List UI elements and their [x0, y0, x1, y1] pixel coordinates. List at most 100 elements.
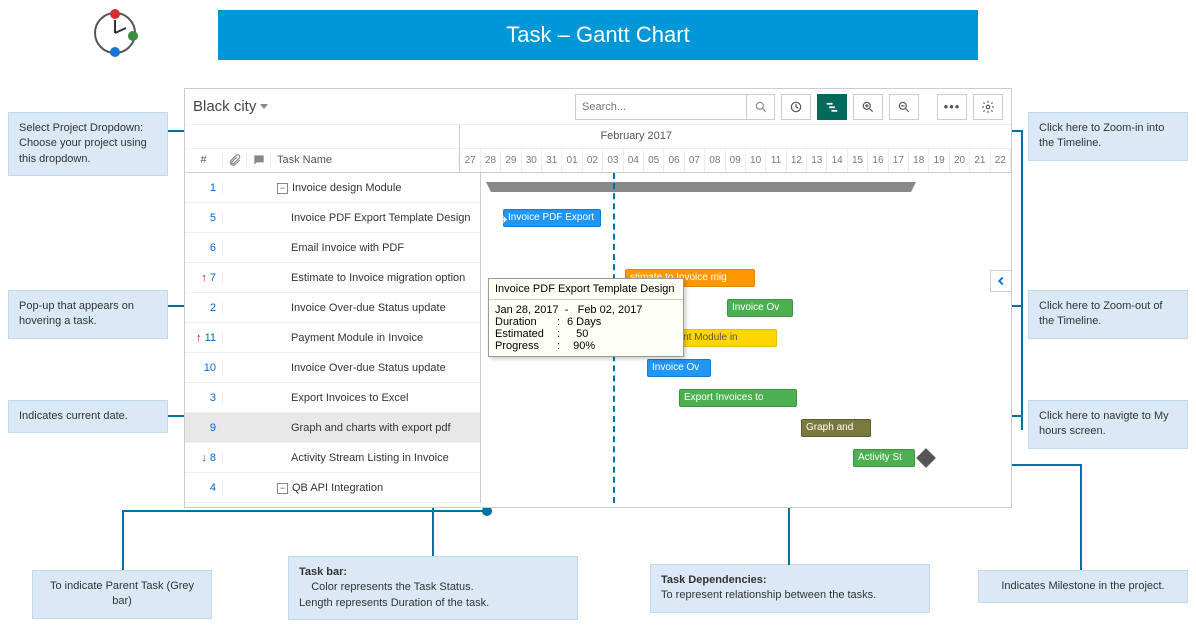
col-task-name: Task Name — [271, 154, 459, 166]
tooltip-duration: 6 Days — [567, 316, 601, 328]
days-row: 2728293031010203040506070809101112131415… — [460, 149, 1011, 172]
day-cell: 02 — [583, 149, 603, 172]
task-row[interactable]: 4−QB API Integration — [185, 473, 480, 503]
day-cell: 27 — [460, 149, 480, 172]
search-input[interactable] — [576, 101, 746, 113]
callout-taskbar-l2: Length represents Duration of the task. — [299, 597, 489, 609]
zoom-out-icon — [897, 100, 911, 114]
day-cell: 10 — [746, 149, 766, 172]
search-button[interactable] — [746, 95, 774, 119]
task-list: 1−Invoice design Module5Invoice PDF Expo… — [185, 173, 481, 503]
task-bar[interactable]: Invoice Ov — [647, 359, 711, 377]
callout-dropdown: Select Project Dropdown: Choose your pro… — [8, 112, 168, 176]
app-logo — [90, 8, 140, 58]
callout-taskbar-title: Task bar: — [299, 566, 347, 578]
callout-parent: To indicate Parent Task (Grey bar) — [32, 570, 212, 619]
comment-icon — [252, 153, 266, 167]
chevron-left-icon — [994, 274, 1008, 288]
day-cell: 11 — [766, 149, 786, 172]
clock-icon — [789, 100, 803, 114]
connector — [1080, 464, 1082, 570]
tooltip-estimated: 50 — [576, 328, 588, 340]
page-title: Task – Gantt Chart — [218, 10, 978, 60]
day-cell: 06 — [664, 149, 684, 172]
month-label: February 2017 — [460, 125, 1011, 149]
callout-milestone: Indicates Milestone in the project. — [978, 570, 1188, 603]
day-cell: 03 — [603, 149, 623, 172]
task-bar[interactable]: Invoice Ov — [727, 299, 793, 317]
task-row[interactable]: ↓ 8Activity Stream Listing in Invoice — [185, 443, 480, 473]
zoom-out-button[interactable] — [889, 94, 919, 120]
search-box — [575, 94, 775, 120]
col-attachment — [223, 153, 247, 167]
callout-dep-title: Task Dependencies: — [661, 574, 767, 586]
gantt-header: # Task Name February 2017 27282930310102… — [185, 125, 1011, 173]
project-name: Black city — [193, 98, 256, 115]
day-cell: 13 — [807, 149, 827, 172]
zoom-in-button[interactable] — [853, 94, 883, 120]
day-cell: 17 — [889, 149, 909, 172]
day-cell: 28 — [481, 149, 501, 172]
day-cell: 18 — [909, 149, 929, 172]
attachment-icon — [228, 153, 242, 167]
milestone-marker[interactable] — [916, 448, 936, 468]
day-cell: 07 — [685, 149, 705, 172]
callout-today: Indicates current date. — [8, 400, 168, 433]
day-cell: 22 — [991, 149, 1011, 172]
more-button[interactable]: ••• — [937, 94, 967, 120]
day-cell: 16 — [868, 149, 888, 172]
scroll-left-button[interactable] — [990, 270, 1012, 292]
task-bar[interactable]: Invoice PDF Export — [503, 209, 601, 227]
task-bar[interactable]: Graph and — [801, 419, 871, 437]
search-icon — [754, 100, 768, 114]
zoom-in-icon — [861, 100, 875, 114]
task-row[interactable]: ↑ 7Estimate to Invoice migration option — [185, 263, 480, 293]
tooltip-progress: 90% — [573, 340, 595, 352]
day-cell: 30 — [522, 149, 542, 172]
day-cell: 04 — [624, 149, 644, 172]
day-cell: 15 — [848, 149, 868, 172]
day-cell: 01 — [562, 149, 582, 172]
task-row[interactable]: 10Invoice Over-due Status update — [185, 353, 480, 383]
callout-popup: Pop-up that appears on hovering a task. — [8, 290, 168, 339]
tooltip-start: Jan 28, 2017 — [495, 304, 559, 316]
ellipsis-icon: ••• — [944, 99, 961, 114]
gantt-view-button[interactable] — [817, 94, 847, 120]
col-comments — [247, 153, 271, 167]
move-cursor-icon: ✥ — [495, 211, 508, 229]
project-dropdown[interactable]: Black city — [193, 98, 268, 115]
toolbar: Black city ••• — [185, 89, 1011, 125]
day-cell: 31 — [542, 149, 562, 172]
day-cell: 08 — [705, 149, 725, 172]
day-cell: 20 — [950, 149, 970, 172]
day-cell: 21 — [970, 149, 990, 172]
connector — [122, 510, 124, 570]
task-row[interactable]: 3Export Invoices to Excel — [185, 383, 480, 413]
callout-myhours: Click here to navigte to My hours screen… — [1028, 400, 1188, 449]
my-hours-button[interactable] — [781, 94, 811, 120]
day-cell: 09 — [726, 149, 746, 172]
day-cell: 19 — [929, 149, 949, 172]
settings-button[interactable] — [973, 94, 1003, 120]
col-number: # — [185, 154, 223, 166]
day-cell: 05 — [644, 149, 664, 172]
task-row[interactable]: 2Invoice Over-due Status update — [185, 293, 480, 323]
callout-taskbar-l1: Color represents the Task Status. — [311, 581, 473, 593]
callout-dep-l1: To represent relationship between the ta… — [661, 589, 876, 601]
task-row[interactable]: ↑ 11Payment Module in Invoice — [185, 323, 480, 353]
task-row[interactable]: 5Invoice PDF Export Template Design — [185, 203, 480, 233]
task-row[interactable]: 9Graph and charts with export pdf — [185, 413, 480, 443]
task-bar[interactable]: Activity St — [853, 449, 915, 467]
gear-icon — [981, 100, 995, 114]
task-row[interactable]: 6Email Invoice with PDF — [185, 233, 480, 263]
parent-task-bar[interactable] — [491, 182, 911, 192]
day-cell: 29 — [501, 149, 521, 172]
callout-dep: Task Dependencies: To represent relation… — [650, 564, 930, 613]
task-tooltip: Invoice PDF Export Template Design Jan 2… — [488, 278, 684, 357]
day-cell: 14 — [827, 149, 847, 172]
gantt-icon — [825, 100, 839, 114]
tooltip-end: Feb 02, 2017 — [578, 304, 643, 316]
task-row[interactable]: 1−Invoice design Module — [185, 173, 480, 203]
callout-zoomout: Click here to Zoom-out of the Timeline. — [1028, 290, 1188, 339]
task-bar[interactable]: Export Invoices to — [679, 389, 797, 407]
